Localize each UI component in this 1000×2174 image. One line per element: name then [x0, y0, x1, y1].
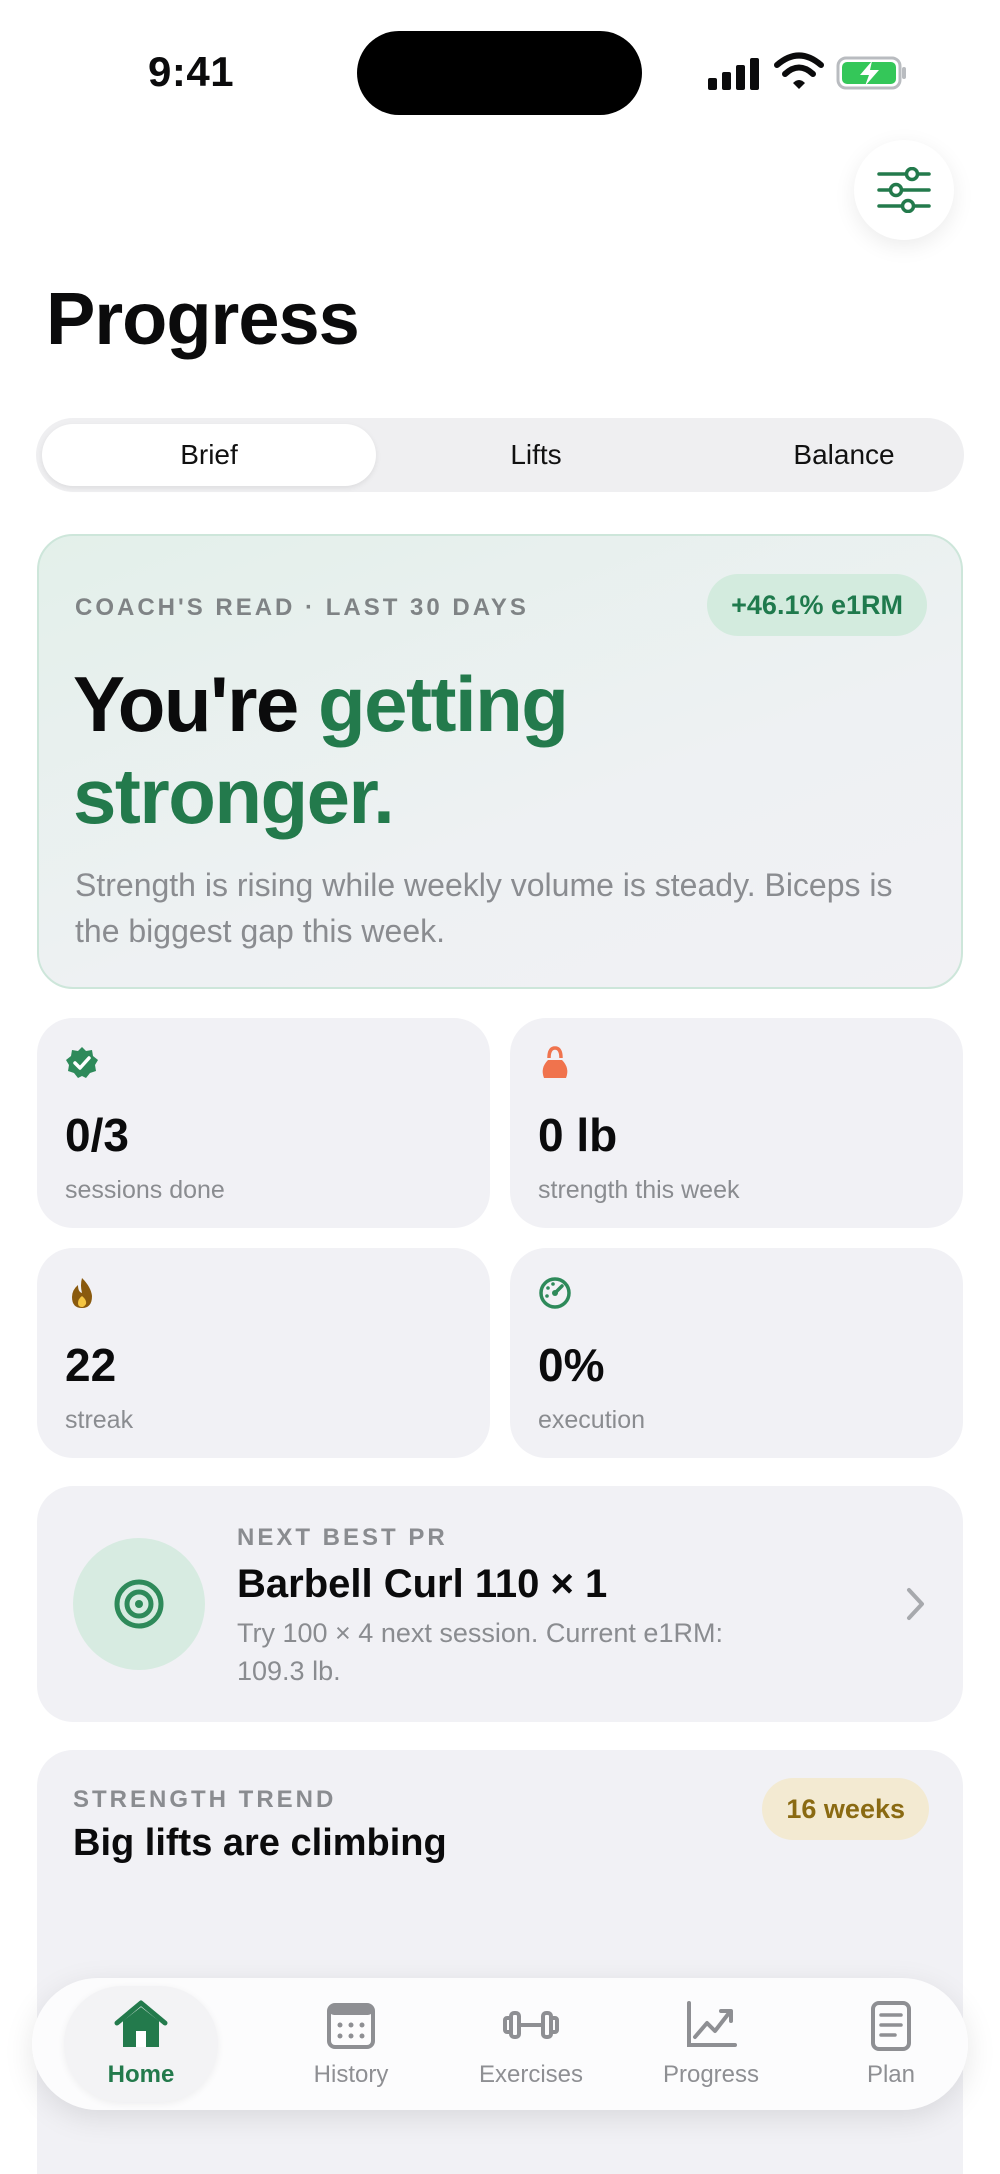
- stat-label: sessions done: [65, 1176, 225, 1204]
- coach-headline: You're getting stronger.: [73, 658, 893, 842]
- pr-description: Try 100 × 4 next session. Current e1RM: …: [237, 1618, 723, 1686]
- coach-summary: Strength is rising while weekly volume i…: [75, 867, 893, 949]
- segment-brief[interactable]: Brief: [42, 424, 376, 486]
- stat-card-sessions[interactable]: 0/3 sessions done: [37, 1018, 490, 1228]
- page-title: Progress: [46, 277, 360, 360]
- stat-label: strength this week: [538, 1176, 740, 1204]
- trend-range-badge[interactable]: 16 weeks: [762, 1778, 929, 1840]
- wifi-icon: [774, 52, 824, 89]
- tab-label: History: [313, 2061, 389, 2088]
- segment-balance[interactable]: Balance: [690, 424, 998, 486]
- stat-label: streak: [65, 1406, 134, 1434]
- tab-exercises[interactable]: Exercises: [441, 1978, 621, 2110]
- chart-icon: [687, 2001, 737, 2047]
- pr-target-badge: [73, 1538, 205, 1670]
- house-icon: [114, 2000, 168, 2047]
- kettlebell-icon: [542, 1046, 568, 1078]
- tab-plan[interactable]: Plan: [801, 1978, 981, 2110]
- stat-value: 22: [65, 1339, 117, 1391]
- notepad-icon: [871, 2001, 911, 2051]
- stat-value: 0%: [538, 1339, 605, 1391]
- dumbbell-icon: [503, 2011, 559, 2039]
- e1rm-change-badge: +46.1% e1RM: [707, 574, 927, 636]
- tab-label: Progress: [662, 2061, 760, 2088]
- gauge-icon: [539, 1277, 571, 1309]
- battery-charging-icon: [836, 56, 906, 90]
- tab-history[interactable]: History: [261, 1978, 441, 2110]
- tab-label: Home: [107, 2061, 175, 2088]
- stat-card-execution[interactable]: 0% execution: [510, 1248, 963, 1458]
- filter-button[interactable]: [854, 140, 954, 240]
- trend-eyebrow: STRENGTH TREND: [73, 1786, 337, 1813]
- tab-label: Plan: [866, 2061, 916, 2088]
- tab-home[interactable]: Home: [64, 1986, 218, 2102]
- stat-card-streak[interactable]: 22 streak: [37, 1248, 490, 1458]
- headline-prefix: You're: [73, 660, 299, 748]
- coach-card: COACH'S READ · LAST 30 DAYS +46.1% e1RM …: [37, 534, 963, 989]
- stat-card-strength[interactable]: 0 lb strength this week: [510, 1018, 963, 1228]
- coach-eyebrow: COACH'S READ · LAST 30 DAYS: [75, 594, 529, 621]
- stat-label: execution: [538, 1406, 646, 1434]
- flame-icon: [72, 1278, 92, 1308]
- target-icon: [114, 1579, 164, 1629]
- tab-progress[interactable]: Progress: [621, 1978, 801, 2110]
- status-time: 9:41: [148, 48, 235, 95]
- tab-label: Exercises: [478, 2061, 584, 2088]
- verified-badge-icon: [66, 1047, 98, 1078]
- cellular-signal-icon: [708, 56, 760, 90]
- stat-value: 0 lb: [538, 1109, 618, 1161]
- sliders-icon: [877, 167, 931, 213]
- next-pr-card[interactable]: NEXT BEST PR Barbell Curl 110 × 1 Try 10…: [37, 1486, 963, 1722]
- segment-lifts[interactable]: Lifts: [382, 424, 690, 486]
- segmented-control: Brief Lifts Balance: [36, 418, 964, 492]
- chevron-right-icon: [907, 1588, 924, 1620]
- strength-trend-card[interactable]: STRENGTH TREND Big lifts are climbing 16…: [37, 1750, 963, 2174]
- pr-title: Barbell Curl 110 × 1: [237, 1562, 608, 1606]
- pr-eyebrow: NEXT BEST PR: [237, 1524, 448, 1551]
- stat-value: 0/3: [65, 1109, 129, 1161]
- dynamic-island: [357, 31, 642, 115]
- calendar-icon: [327, 2003, 375, 2049]
- trend-title: Big lifts are climbing: [73, 1822, 447, 1864]
- tab-bar: Home History Exercises Progress Plan: [32, 1978, 968, 2110]
